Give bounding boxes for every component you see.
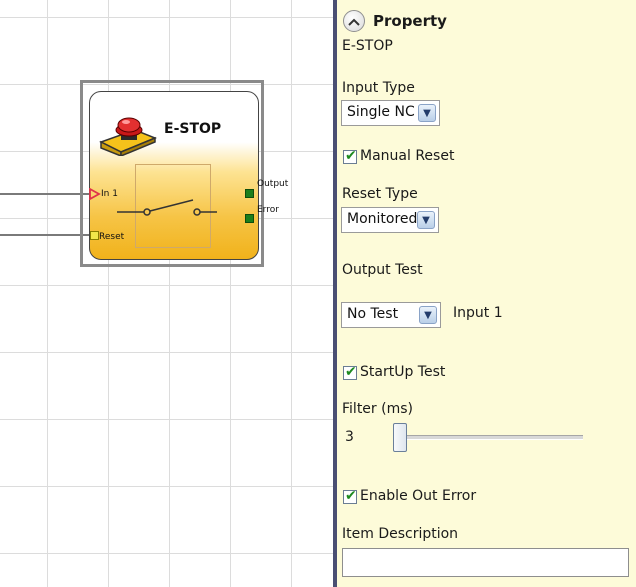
grid-line [0, 17, 333, 18]
grid-line [0, 352, 333, 353]
block-title: E-STOP [164, 121, 222, 137]
grid-line [0, 486, 333, 487]
manual-reset-checkbox[interactable]: ✔ [343, 148, 357, 164]
reset-wire[interactable] [0, 234, 92, 236]
block-name-label: E-STOP [342, 38, 393, 54]
chevron-down-icon[interactable]: ▼ [417, 211, 435, 229]
output-pin-label: Output [257, 179, 289, 189]
input-type-value: Single NC [347, 104, 415, 120]
enable-out-error-label: Enable Out Error [360, 488, 477, 504]
startup-test-label: StartUp Test [360, 364, 446, 380]
emergency-stop-icon [99, 117, 157, 156]
filter-slider-handle[interactable] [393, 423, 407, 452]
collapse-property-button[interactable] [343, 10, 365, 32]
item-description-input[interactable] [342, 548, 629, 577]
contact-switch-icon [117, 199, 217, 216]
output-pin[interactable] [245, 189, 254, 198]
input-pin-icon[interactable] [89, 188, 101, 200]
manual-reset-label: Manual Reset [360, 148, 455, 164]
item-description-label: Item Description [342, 526, 459, 542]
diagram-canvas[interactable]: E-STOP In 1 Reset Output Error [0, 0, 333, 587]
output-test-select[interactable]: No Test ▼ [341, 302, 441, 328]
output-test-value: No Test [347, 306, 399, 322]
panel-header: Property [373, 12, 447, 30]
filter-slider-track[interactable] [395, 435, 583, 440]
grid-line [0, 285, 333, 286]
reset-pin[interactable] [90, 231, 99, 240]
check-icon: ✔ [345, 148, 357, 164]
input-pin-label: In 1 [101, 189, 118, 199]
reset-pin-label: Reset [99, 232, 125, 242]
filter-label: Filter (ms) [342, 401, 413, 417]
reset-type-select[interactable]: Monitored ▼ [341, 207, 439, 233]
input-type-select[interactable]: Single NC ▼ [341, 100, 440, 126]
grid-line [0, 553, 333, 554]
chevron-down-icon[interactable]: ▼ [418, 104, 436, 122]
grid-line [47, 0, 48, 587]
check-icon: ✔ [345, 364, 357, 380]
grid-line [0, 419, 333, 420]
reset-type-value: Monitored [347, 211, 418, 227]
chevron-down-icon[interactable]: ▼ [419, 306, 437, 324]
reset-type-label: Reset Type [342, 186, 418, 202]
error-pin[interactable] [245, 214, 254, 223]
output-test-input-label: Input 1 [453, 305, 503, 321]
filter-value: 3 [345, 429, 354, 445]
input-wire[interactable] [0, 193, 92, 195]
error-pin-label: Error [257, 205, 279, 215]
enable-out-error-checkbox[interactable]: ✔ [343, 488, 357, 504]
input-type-label: Input Type [342, 80, 415, 96]
output-test-label: Output Test [342, 262, 423, 278]
check-icon: ✔ [345, 488, 357, 504]
grid-line [291, 0, 292, 587]
chevron-up-icon [348, 18, 360, 26]
startup-test-checkbox[interactable]: ✔ [343, 364, 357, 380]
